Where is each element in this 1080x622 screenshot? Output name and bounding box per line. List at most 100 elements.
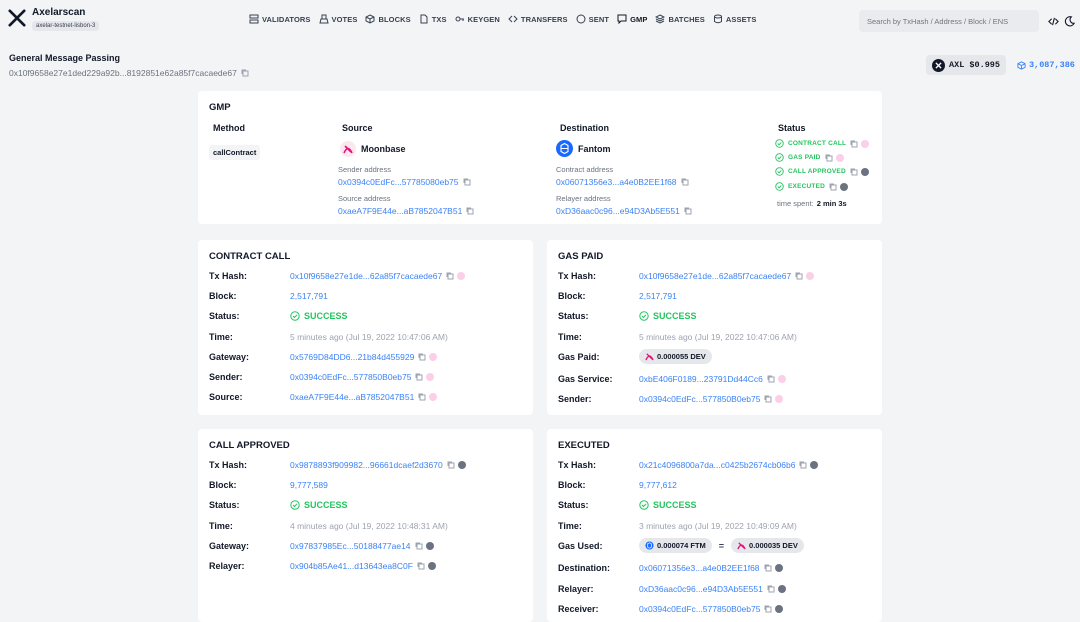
moonbase-explorer-icon[interactable] xyxy=(775,395,784,403)
step-call-approved[interactable]: CALL APPROVED xyxy=(775,167,869,176)
relayer-link[interactable]: 0xD36aac0c96...e94D3Ab5E551 xyxy=(639,584,763,594)
nav-sent[interactable]: SENT xyxy=(576,14,609,24)
copy-icon[interactable] xyxy=(764,395,772,403)
destination-value[interactable]: 0x06071356e3...a4e0B2EE1f68 xyxy=(639,563,783,573)
fantom-explorer-icon[interactable] xyxy=(840,182,848,191)
sender-value[interactable]: 0x0394c0EdFc...577850B0eb75 xyxy=(639,394,784,404)
fantom-explorer-icon[interactable] xyxy=(775,605,784,613)
fantom-explorer-icon[interactable] xyxy=(777,585,786,593)
block-link[interactable]: 2,517,791 xyxy=(290,291,328,301)
copy-icon[interactable] xyxy=(466,207,474,215)
block-value[interactable]: 9,777,589 xyxy=(290,480,328,490)
copy-icon[interactable] xyxy=(415,542,423,550)
dark-mode-icon[interactable] xyxy=(1064,16,1075,27)
nav-transfers[interactable]: TRANSFERS xyxy=(508,14,568,24)
moonbase-explorer-icon[interactable] xyxy=(457,272,466,280)
tx-hash-value[interactable]: 0x10f9658e27e1de...62a85f7cacaede67 xyxy=(290,271,466,281)
contract-address[interactable]: 0x06071356e3...a4e0B2EE1f68 xyxy=(556,177,689,187)
destination-chain[interactable]: Fantom xyxy=(556,140,611,157)
copy-icon[interactable] xyxy=(799,461,807,469)
copy-icon[interactable] xyxy=(767,585,775,593)
copy-icon[interactable] xyxy=(417,562,425,570)
nav-txs[interactable]: TXS xyxy=(419,14,447,24)
receiver-link[interactable]: 0x0394c0EdFc...577850B0eb75 xyxy=(639,604,760,614)
brand[interactable]: Axelarscan axelar-testnet-lisbon-3 xyxy=(8,7,100,31)
relayer-value[interactable]: 0xD36aac0c96...e94D3Ab5E551 xyxy=(639,584,786,594)
axelar-explorer-icon[interactable] xyxy=(425,542,434,550)
nav-batches[interactable]: BATCHES xyxy=(655,14,705,24)
nav-assets[interactable]: ASSETS xyxy=(713,14,757,24)
gas-service-link[interactable]: 0xbE406F0189...23791Dd44Cc6 xyxy=(639,374,763,384)
copy-icon[interactable] xyxy=(795,272,803,280)
fantom-explorer-icon[interactable] xyxy=(774,564,783,572)
axelar-explorer-icon[interactable] xyxy=(457,461,466,469)
fantom-explorer-icon[interactable] xyxy=(810,461,819,469)
source-link[interactable]: 0xaeA7F9E44e...aB7852047B51 xyxy=(290,392,414,402)
moonbase-explorer-icon[interactable] xyxy=(429,353,438,361)
search-input[interactable] xyxy=(859,10,1039,32)
relayer-address[interactable]: 0xD36aac0c96...e94D3Ab5E551 xyxy=(556,206,692,216)
step-gas-paid[interactable]: GAS PAID xyxy=(775,153,844,162)
copy-icon[interactable] xyxy=(825,154,833,162)
moonbase-explorer-icon[interactable] xyxy=(861,139,870,148)
source-address-link[interactable]: 0xaeA7F9E44e...aB7852047B51 xyxy=(338,206,462,216)
gas-service-value[interactable]: 0xbE406F0189...23791Dd44Cc6 xyxy=(639,374,786,384)
moonbase-explorer-icon[interactable] xyxy=(777,375,786,383)
sender-address-link[interactable]: 0x0394c0EdFc...57785080eb75 xyxy=(338,177,459,187)
copy-icon[interactable] xyxy=(850,140,858,148)
step-executed[interactable]: EXECUTED xyxy=(775,182,848,191)
nav-keygen[interactable]: KEYGEN xyxy=(455,14,500,24)
sender-address[interactable]: 0x0394c0EdFc...57785080eb75 xyxy=(338,177,471,187)
nav-gmp[interactable]: GMP xyxy=(617,14,647,24)
receiver-value[interactable]: 0x0394c0EdFc...577850B0eb75 xyxy=(639,604,784,614)
copy-icon[interactable] xyxy=(463,178,471,186)
relayer-link[interactable]: 0x904b85Ae41...d13643ea8C0F xyxy=(290,561,413,571)
source-chain[interactable]: Moonbase xyxy=(340,141,406,157)
tx-hash-link[interactable]: 0x9878893f909982...96661dcaef2d3670 xyxy=(290,460,443,470)
block-link[interactable]: 9,777,612 xyxy=(639,480,677,490)
copy-icon[interactable] xyxy=(850,168,858,176)
moonbase-explorer-icon[interactable] xyxy=(426,373,435,381)
copy-icon[interactable] xyxy=(241,69,249,77)
nav-validators[interactable]: VALIDATORS xyxy=(249,14,311,24)
moonbase-explorer-icon[interactable] xyxy=(806,272,815,280)
copy-icon[interactable] xyxy=(764,605,772,613)
moonbase-explorer-icon[interactable] xyxy=(429,393,438,401)
source-value[interactable]: 0xaeA7F9E44e...aB7852047B51 xyxy=(290,392,438,402)
axelar-explorer-icon[interactable] xyxy=(860,167,869,176)
copy-icon[interactable] xyxy=(767,375,775,383)
sender-value[interactable]: 0x0394c0EdFc...577850B0eb75 xyxy=(290,372,435,382)
gateway-value[interactable]: 0x97837985Ec...50188477ae14 xyxy=(290,541,434,551)
axelar-explorer-icon[interactable] xyxy=(427,562,436,570)
moonbase-explorer-icon[interactable] xyxy=(835,153,844,162)
block-value[interactable]: 2,517,791 xyxy=(290,291,328,301)
block-link[interactable]: 2,517,791 xyxy=(639,291,677,301)
relayer-value[interactable]: 0x904b85Ae41...d13643ea8C0F xyxy=(290,561,436,571)
nav-blocks[interactable]: BLOCKS xyxy=(365,14,411,24)
block-value[interactable]: 2,517,791 xyxy=(639,291,677,301)
copy-icon[interactable] xyxy=(447,461,455,469)
sender-link[interactable]: 0x0394c0EdFc...577850B0eb75 xyxy=(639,394,760,404)
gateway-link[interactable]: 0x5769D84DD6...21b84d455929 xyxy=(290,352,414,362)
block-value[interactable]: 9,777,612 xyxy=(639,480,677,490)
source-address[interactable]: 0xaeA7F9E44e...aB7852047B51 xyxy=(338,206,474,216)
gateway-value[interactable]: 0x5769D84DD6...21b84d455929 xyxy=(290,352,438,362)
copy-icon[interactable] xyxy=(764,564,772,572)
tx-hash-value[interactable]: 0x10f9658e27e1de...62a85f7cacaede67 xyxy=(639,271,815,281)
relayer-address-link[interactable]: 0xD36aac0c96...e94D3Ab5E551 xyxy=(556,206,680,216)
copy-icon[interactable] xyxy=(418,393,426,401)
tx-hash-value[interactable]: 0x21c4096800a7da...c0425b2674cb06b6 xyxy=(639,460,819,470)
step-contract-call[interactable]: CONTRACT CALL xyxy=(775,139,870,148)
copy-icon[interactable] xyxy=(446,272,454,280)
tx-hash-link[interactable]: 0x10f9658e27e1de...62a85f7cacaede67 xyxy=(639,271,791,281)
tx-hash-link[interactable]: 0x10f9658e27e1de...62a85f7cacaede67 xyxy=(290,271,442,281)
copy-icon[interactable] xyxy=(681,178,689,186)
sender-link[interactable]: 0x0394c0EdFc...577850B0eb75 xyxy=(290,372,411,382)
latest-block[interactable]: 3,087,386 xyxy=(1017,60,1075,70)
tx-hash-value[interactable]: 0x9878893f909982...96661dcaef2d3670 xyxy=(290,460,466,470)
copy-icon[interactable] xyxy=(418,353,426,361)
block-link[interactable]: 9,777,589 xyxy=(290,480,328,490)
contract-address-link[interactable]: 0x06071356e3...a4e0B2EE1f68 xyxy=(556,177,677,187)
code-icon[interactable] xyxy=(1048,16,1059,27)
nav-votes[interactable]: VOTES xyxy=(318,14,358,24)
